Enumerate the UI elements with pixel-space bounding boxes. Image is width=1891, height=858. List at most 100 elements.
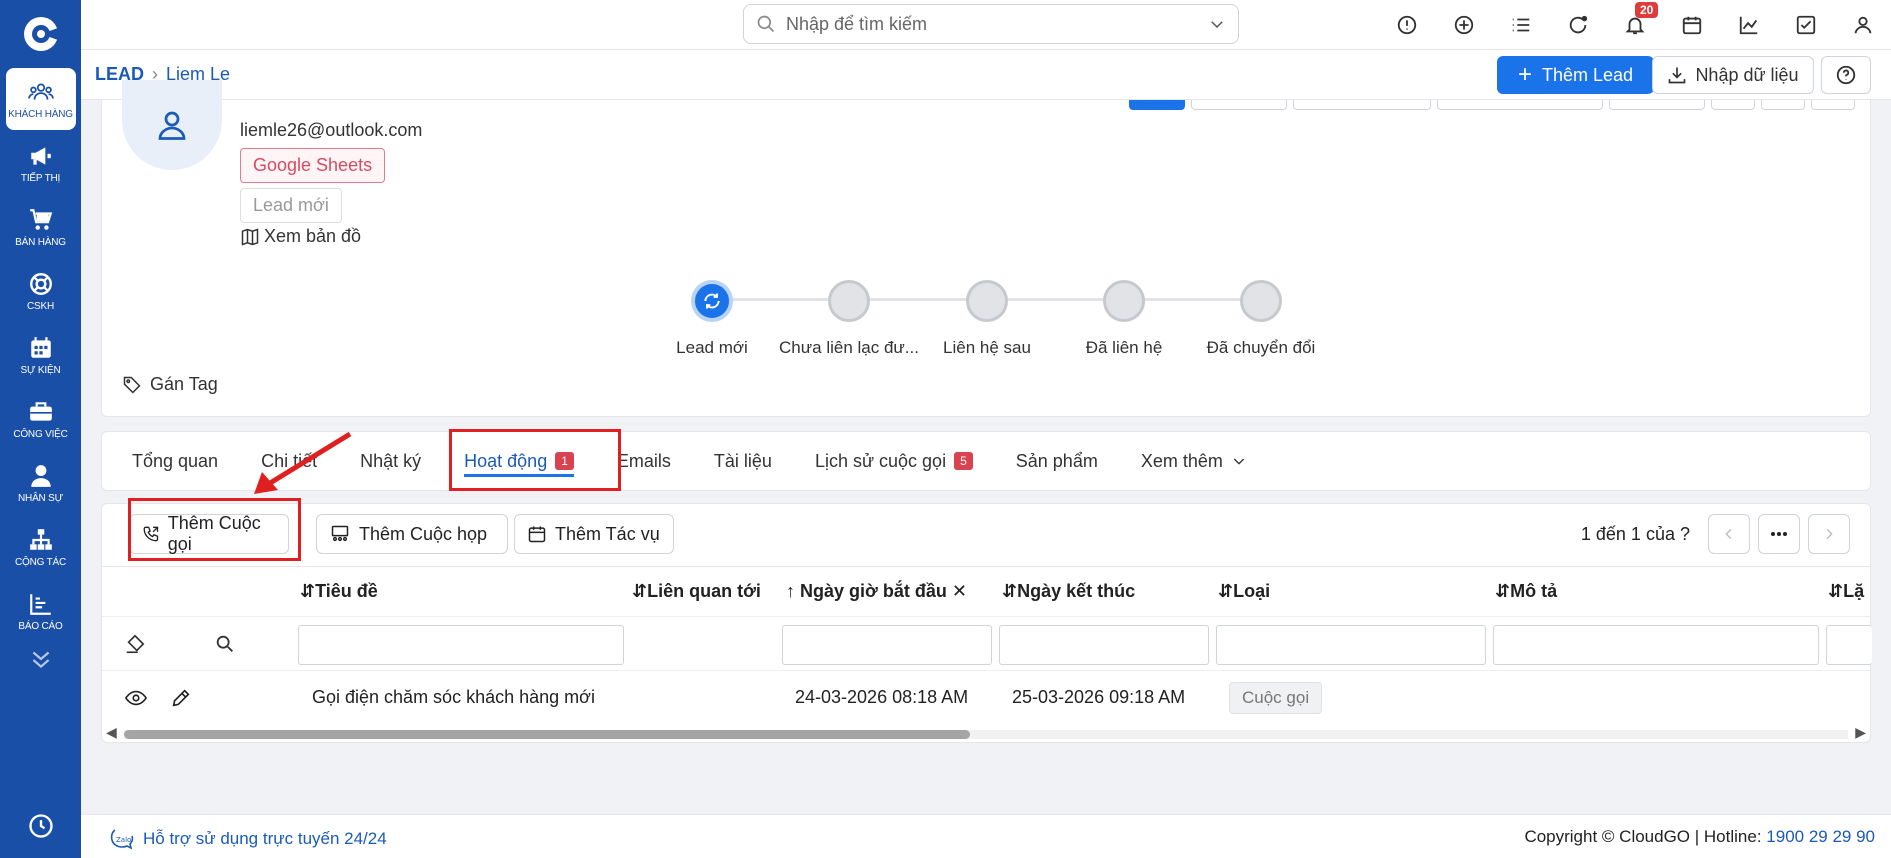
eye-icon[interactable] [124, 687, 148, 709]
list-button[interactable] [1492, 0, 1549, 50]
alert-button[interactable] [1378, 0, 1435, 50]
column-header-title[interactable]: ⇵Tiêu đề [300, 581, 378, 602]
sidebar-item-tiep-thi[interactable]: TIẾP THỊ [6, 132, 76, 194]
sidebar-item-cong-viec[interactable]: CÔNG VIỆC [6, 388, 76, 450]
calendar-button[interactable] [1663, 0, 1720, 50]
notification-button[interactable]: 20 [1606, 0, 1663, 50]
checkbox-icon [1796, 15, 1815, 35]
prev-page-button[interactable] [1708, 514, 1750, 554]
view-map-link[interactable]: Xem bản đồ [240, 226, 361, 247]
task-button[interactable] [1777, 0, 1834, 50]
plus-icon: + [1517, 61, 1532, 88]
column-header-end[interactable]: ⇵Ngày kết thúc [1002, 581, 1135, 602]
filter-title-input[interactable] [298, 625, 624, 665]
search-icon[interactable] [214, 633, 236, 655]
profile-action-8[interactable] [1811, 100, 1855, 110]
search-input[interactable]: Nhập để tìm kiếm [786, 14, 1208, 35]
help-button[interactable] [1821, 56, 1871, 94]
column-header-repeat[interactable]: ⇵Lặ [1828, 581, 1864, 602]
cart-icon [29, 208, 52, 230]
tab-tong-quan[interactable]: Tổng quan [132, 431, 218, 491]
more-button[interactable] [1758, 514, 1800, 554]
stage-lead-moi[interactable]: Lead mới [637, 280, 787, 358]
add-task-button[interactable]: Thêm Tác vụ [514, 514, 674, 554]
scroll-left-icon[interactable]: ◀ [106, 724, 117, 741]
stage-da-chuyen-doi[interactable]: Đã chuyển đổi [1186, 280, 1336, 358]
sidebar-item-nhan-su[interactable]: NHÂN SỰ [6, 452, 76, 514]
source-tag: Google Sheets [240, 148, 386, 183]
profile-action-2[interactable] [1191, 100, 1287, 110]
sync-button[interactable] [1549, 0, 1606, 50]
column-header-start[interactable]: ↑ Ngày giờ bắt đầu ✕ [786, 581, 967, 602]
tab-xem-them[interactable]: Xem thêm [1141, 431, 1247, 491]
sidebar-item-ban-hang[interactable]: BÁN HÀNG [6, 196, 76, 258]
chevron-down-icon[interactable] [1208, 15, 1226, 33]
table-row[interactable]: Gọi điện chăm sóc khách hàng mới 24-03-2… [102, 670, 1870, 724]
sort-icon: ⇵ [632, 581, 648, 601]
profile-action-3[interactable] [1293, 100, 1431, 110]
sidebar-item-bao-cao[interactable]: BÁO CÁO [6, 580, 76, 642]
briefcase-icon [29, 401, 52, 421]
profile-action-6[interactable] [1711, 100, 1755, 110]
sort-icon: ⇵ [300, 581, 316, 601]
scroll-thumb[interactable] [124, 730, 970, 739]
filter-start-input[interactable] [782, 625, 992, 665]
annotation-arrow-icon [254, 431, 352, 494]
filter-type-input[interactable] [1216, 625, 1486, 665]
pager-text: 1 đến 1 của ? [1581, 524, 1690, 545]
tab-badge: 5 [954, 452, 973, 470]
scroll-right-icon[interactable]: ▶ [1855, 724, 1866, 741]
chevron-down-icon [1233, 458, 1244, 465]
horizontal-scrollbar[interactable]: ◀ ▶ [102, 724, 1870, 742]
profile-action-4[interactable] [1437, 100, 1603, 110]
tab-label: Nhật ký [360, 450, 422, 471]
map-icon [241, 227, 259, 246]
history-button[interactable] [0, 812, 81, 840]
tab-nhat-ky[interactable]: Nhật ký [360, 431, 421, 491]
chart-button[interactable] [1720, 0, 1777, 50]
tab-lich-su-cuoc-goi[interactable]: Lịch sử cuộc gọi 5 [815, 431, 973, 491]
profile-action-7[interactable] [1761, 100, 1805, 110]
column-header-description[interactable]: ⇵Mô tả [1495, 581, 1557, 602]
column-header-related[interactable]: ⇵Liên quan tới [632, 581, 761, 602]
search-box[interactable]: Nhập để tìm kiếm [743, 4, 1239, 44]
profile-action-primary[interactable] [1129, 100, 1185, 110]
cloudgo-logo[interactable] [0, 0, 81, 68]
add-lead-button[interactable]: + Thêm Lead [1497, 56, 1654, 94]
clear-sort-icon[interactable]: ✕ [952, 581, 967, 601]
sidebar-item-khach-hang[interactable]: KHÁCH HÀNG [5, 68, 76, 130]
tab-tai-lieu[interactable]: Tài liệu [714, 431, 772, 491]
eraser-icon[interactable] [124, 633, 146, 655]
sidebar-item-cong-tac[interactable]: CỘNG TÁC [6, 516, 76, 578]
stage-da-lien-he[interactable]: Đã liên hệ [1049, 280, 1199, 358]
next-page-button[interactable] [1808, 514, 1850, 554]
filter-repeat-input[interactable] [1826, 625, 1872, 665]
column-label: Ngày giờ bắt đầu [800, 581, 947, 601]
sidebar-item-su-kien[interactable]: SỰ KIỆN [6, 324, 76, 386]
column-header-type[interactable]: ⇵Loại [1218, 581, 1270, 602]
pager-range: 1 đến 1 của [1580, 523, 1675, 544]
account-button[interactable] [1834, 0, 1891, 50]
filter-description-input[interactable] [1493, 625, 1819, 665]
add-meeting-button[interactable]: Thêm Cuộc họp [316, 514, 508, 554]
filter-end-input[interactable] [999, 625, 1209, 665]
sidebar-item-label: CSKH [27, 300, 54, 312]
pencil-icon[interactable] [170, 687, 192, 709]
hotline-number[interactable]: 1900 29 29 90 [1766, 827, 1875, 846]
profile-action-5[interactable] [1609, 100, 1705, 110]
tab-san-pham[interactable]: Sản phẩm [1016, 431, 1098, 491]
assign-tag-button[interactable]: Gán Tag [122, 374, 218, 395]
sidebar-expand-button[interactable] [6, 644, 76, 674]
stage-lien-he-sau[interactable]: Liên hệ sau [912, 280, 1062, 358]
sidebar-item-cskh[interactable]: CSKH [6, 260, 76, 322]
activity-panel: Thêm Cuộc gọi Thêm Cuộc họp Thêm Tác vụ … [101, 503, 1872, 743]
tab-emails[interactable]: Emails [617, 431, 671, 491]
import-data-button[interactable]: Nhập dữ liệu [1652, 56, 1814, 94]
support-text: Hỗ trợ sử dụng trực tuyến 24/24 [143, 829, 387, 848]
stage-chua-lien-lac[interactable]: Chưa liên lạc đư... [774, 280, 924, 358]
breadcrumb-bar: LEAD › Liem Le + Thêm Lead Nhập dữ liệu [81, 50, 1891, 100]
sidebar-item-label: CỘNG TÁC [15, 556, 66, 568]
support-link[interactable]: Zalo Hỗ trợ sử dụng trực tuyến 24/24 [109, 827, 387, 851]
cell-title[interactable]: Gọi điện chăm sóc khách hàng mới [312, 687, 595, 708]
add-button[interactable] [1435, 0, 1492, 50]
